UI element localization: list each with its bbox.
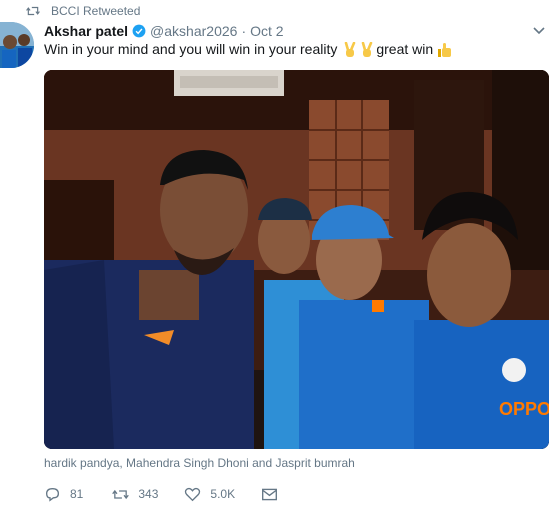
reply-count: 81 xyxy=(70,487,84,501)
retweet-button[interactable]: 343 xyxy=(112,487,158,502)
tweet-date[interactable]: Oct 2 xyxy=(250,23,283,39)
verified-badge-icon xyxy=(132,24,146,38)
svg-text:OPPO: OPPO xyxy=(499,399,549,419)
author-handle[interactable]: @akshar2026 xyxy=(150,23,237,39)
retweet-context-label: BCCI Retweeted xyxy=(51,4,141,18)
photo-caption: hardik pandya, Mahendra Singh Dhoni and … xyxy=(44,456,355,470)
retweet-icon xyxy=(112,489,130,499)
date-separator: · xyxy=(241,23,247,39)
like-button[interactable]: 5.0K xyxy=(184,487,235,502)
like-count: 5.0K xyxy=(210,487,236,501)
reply-button[interactable]: 81 xyxy=(44,487,83,502)
tweet-actions: 81 343 5.0K xyxy=(44,485,313,503)
tweet-text: Win in your mind and you will win in you… xyxy=(44,40,453,59)
tweet-header: Akshar patel @akshar2026 · Oct 2 xyxy=(44,22,284,40)
envelope-icon xyxy=(262,488,278,500)
chevron-down-icon[interactable] xyxy=(533,26,545,36)
direct-message-button[interactable] xyxy=(261,487,287,502)
retweet-icon xyxy=(26,6,40,16)
thumbs-up-icon xyxy=(438,42,452,57)
avatar[interactable] xyxy=(0,22,34,68)
retweet-context[interactable]: BCCI Retweeted xyxy=(26,3,140,19)
author-name[interactable]: Akshar patel xyxy=(44,23,128,39)
tweet-text-tail: great win xyxy=(376,41,434,57)
reply-icon xyxy=(45,487,60,502)
tweet-text-main: Win in your mind and you will win in you… xyxy=(44,41,338,57)
victory-hand-icon xyxy=(362,41,373,57)
heart-icon xyxy=(185,487,201,501)
tweet-photo[interactable]: OPPO xyxy=(44,70,549,449)
retweet-count: 343 xyxy=(138,487,159,501)
victory-hand-icon xyxy=(345,41,356,57)
